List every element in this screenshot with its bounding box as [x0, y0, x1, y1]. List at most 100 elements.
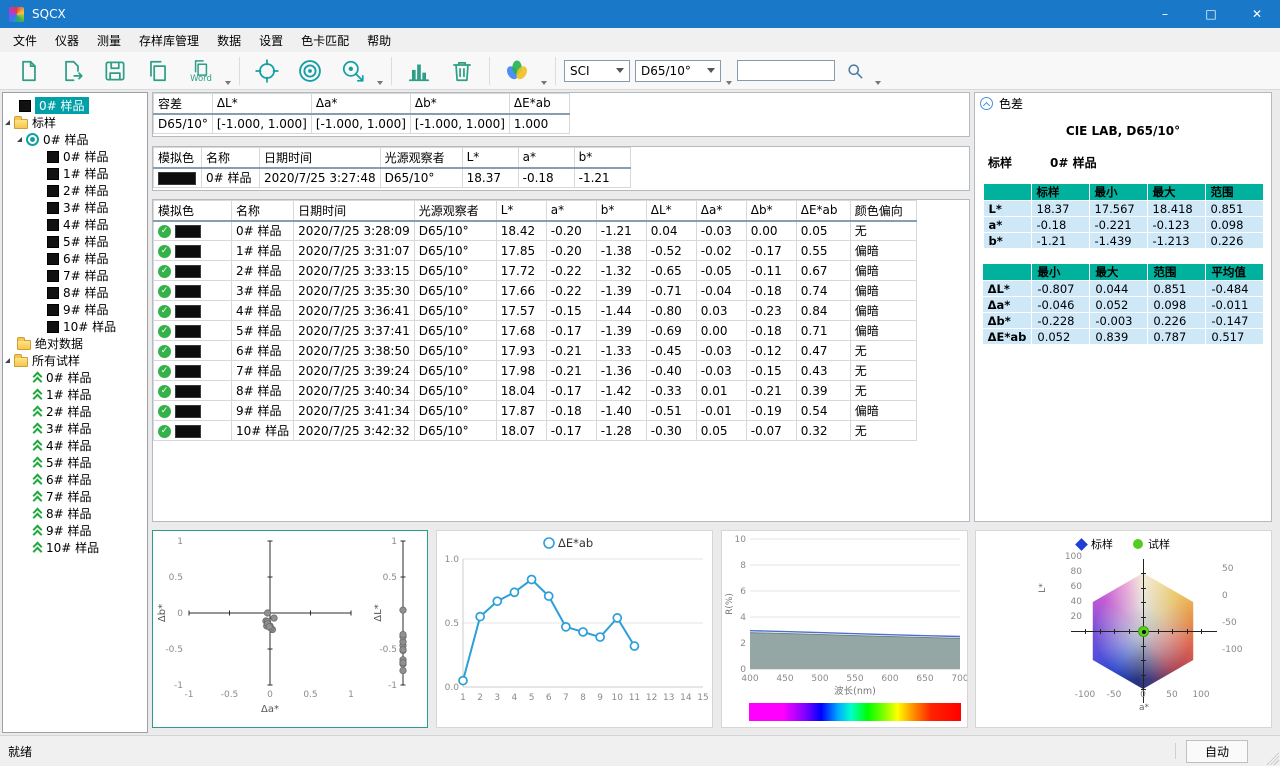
column-header[interactable]: 模拟色: [154, 148, 202, 168]
spectral-chart[interactable]: 0246810400450500550600650700波长(nm)R(%): [721, 530, 968, 728]
table-row[interactable]: Δb*-0.228-0.0030.226-0.147: [982, 313, 1264, 329]
column-header[interactable]: b*: [596, 201, 646, 221]
resize-grip-icon[interactable]: [1266, 752, 1279, 765]
tree-item[interactable]: 6# 样品: [3, 250, 147, 267]
tree-item[interactable]: 10# 样品: [3, 318, 147, 335]
new-document-button[interactable]: [10, 53, 48, 89]
column-header[interactable]: ΔL*: [646, 201, 696, 221]
sci-dropdown[interactable]: SCI: [564, 60, 630, 82]
table-row[interactable]: ✓8# 样品2020/7/25 3:40:34D65/10°18.04-0.17…: [154, 381, 917, 401]
measure-sample-button[interactable]: [334, 53, 372, 89]
save-button[interactable]: [96, 53, 134, 89]
table-row[interactable]: b*-1.21-1.439-1.2130.226: [983, 233, 1263, 249]
table-row[interactable]: ✓9# 样品2020/7/25 3:41:34D65/10°17.87-0.18…: [154, 401, 917, 421]
menu-item-6[interactable]: 色卡匹配: [292, 29, 358, 52]
menu-item-0[interactable]: 文件: [4, 29, 46, 52]
search-input[interactable]: [737, 60, 835, 81]
tree-item[interactable]: 3# 样品: [3, 199, 147, 216]
column-header[interactable]: 颜色偏向: [850, 201, 916, 221]
table-row[interactable]: ΔL*-0.8070.0440.851-0.484: [982, 281, 1264, 297]
export-word-button[interactable]: Word: [182, 53, 220, 89]
expander-icon[interactable]: [5, 358, 10, 363]
tree-item[interactable]: 0# 样品: [3, 148, 147, 165]
column-header[interactable]: 光源观察者: [414, 201, 496, 221]
tree-item[interactable]: 2# 样品: [3, 182, 147, 199]
tree-item[interactable]: 1# 样品: [3, 386, 147, 403]
table-row[interactable]: ✓5# 样品2020/7/25 3:37:41D65/10°17.68-0.17…: [154, 321, 917, 341]
delta-e-chart[interactable]: 0.00.51.0123456789101112131415ΔE*ab: [436, 530, 713, 728]
column-header[interactable]: L*: [496, 201, 546, 221]
gamut-chart[interactable]: 标样试样10080604020500-50-100-100-50050100a*…: [975, 530, 1272, 728]
tree-item[interactable]: 所有试样: [3, 352, 147, 369]
tree-item[interactable]: 1# 样品: [3, 165, 147, 182]
table-row[interactable]: ✓0# 样品2020/7/25 3:28:09D65/10°18.42-0.20…: [154, 221, 917, 241]
scatter-chart[interactable]: -1-1-0.5-0.5000.50.511Δa*Δb*10.5-0.5-1ΔL…: [152, 530, 428, 728]
tree-item[interactable]: 7# 样品: [3, 488, 147, 505]
column-header[interactable]: ΔE*ab: [509, 94, 569, 114]
tree-item[interactable]: 5# 样品: [3, 454, 147, 471]
tree-item[interactable]: 7# 样品: [3, 267, 147, 284]
tree-item[interactable]: 8# 样品: [3, 284, 147, 301]
table-row[interactable]: ΔE*ab0.0520.8390.7870.517: [982, 329, 1264, 345]
table-row[interactable]: L*18.3717.56718.4180.851: [983, 201, 1263, 217]
tree-item[interactable]: 5# 样品: [3, 233, 147, 250]
export-button[interactable]: [53, 53, 91, 89]
table-row[interactable]: ✓1# 样品2020/7/25 3:31:07D65/10°17.85-0.20…: [154, 241, 917, 261]
tree-item[interactable]: 0# 样品: [3, 369, 147, 386]
tree-item[interactable]: 10# 样品: [3, 539, 147, 556]
illuminant-dropdown[interactable]: D65/10°: [635, 60, 721, 82]
tree-item[interactable]: 2# 样品: [3, 403, 147, 420]
menu-item-3[interactable]: 存样库管理: [130, 29, 208, 52]
tree-item[interactable]: 0# 样品: [3, 131, 147, 148]
color-palette-button[interactable]: [498, 53, 536, 89]
tree-item[interactable]: 0# 样品: [3, 97, 147, 114]
column-header[interactable]: 日期时间: [294, 201, 415, 221]
tree-item[interactable]: 9# 样品: [3, 301, 147, 318]
column-header[interactable]: Δb*: [410, 94, 509, 114]
menu-item-5[interactable]: 设置: [250, 29, 292, 52]
table-row[interactable]: ✓3# 样品2020/7/25 3:35:30D65/10°17.66-0.22…: [154, 281, 917, 301]
measure-group-dropdown-icon[interactable]: [377, 81, 383, 85]
maximize-button[interactable]: □: [1188, 0, 1234, 28]
statistics-button[interactable]: [400, 53, 438, 89]
column-header[interactable]: 名称: [232, 201, 294, 221]
calibrate-button[interactable]: [248, 53, 286, 89]
menu-item-7[interactable]: 帮助: [358, 29, 400, 52]
tree-item[interactable]: 6# 样品: [3, 471, 147, 488]
delete-button[interactable]: [443, 53, 481, 89]
close-button[interactable]: ✕: [1234, 0, 1280, 28]
table-row[interactable]: Δa*-0.0460.0520.098-0.011: [982, 297, 1264, 313]
table-row[interactable]: a*-0.18-0.221-0.1230.098: [983, 217, 1263, 233]
search-button[interactable]: [840, 53, 870, 89]
column-header[interactable]: Δb*: [746, 201, 796, 221]
column-header[interactable]: 光源观察者: [380, 148, 462, 168]
table-row[interactable]: ✓2# 样品2020/7/25 3:33:15D65/10°17.72-0.22…: [154, 261, 917, 281]
column-header[interactable]: ΔL*: [212, 94, 311, 114]
menu-item-4[interactable]: 数据: [208, 29, 250, 52]
tree-item[interactable]: 8# 样品: [3, 505, 147, 522]
column-header[interactable]: b*: [574, 148, 630, 168]
table-row[interactable]: ✓7# 样品2020/7/25 3:39:24D65/10°17.98-0.21…: [154, 361, 917, 381]
column-header[interactable]: 容差: [154, 94, 213, 114]
column-header[interactable]: ΔE*ab: [796, 201, 850, 221]
column-header[interactable]: a*: [546, 201, 596, 221]
tree-item[interactable]: 3# 样品: [3, 420, 147, 437]
column-header[interactable]: 名称: [202, 148, 260, 168]
table-row[interactable]: ✓10# 样品2020/7/25 3:42:32D65/10°18.07-0.1…: [154, 421, 917, 441]
copy-button[interactable]: [139, 53, 177, 89]
tree-item[interactable]: 标样: [3, 114, 147, 131]
column-header[interactable]: Δa*: [696, 201, 746, 221]
minimize-button[interactable]: –: [1142, 0, 1188, 28]
tree-item[interactable]: 绝对数据: [3, 335, 147, 352]
expander-icon[interactable]: [17, 137, 22, 142]
menu-item-1[interactable]: 仪器: [46, 29, 88, 52]
tree-item[interactable]: 9# 样品: [3, 522, 147, 539]
measure-standard-button[interactable]: [291, 53, 329, 89]
table-row[interactable]: D65/10°[-1.000, 1.000][-1.000, 1.000][-1…: [154, 114, 570, 134]
illuminant-group-dropdown-icon[interactable]: [726, 81, 732, 85]
table-row[interactable]: ✓4# 样品2020/7/25 3:36:41D65/10°17.57-0.15…: [154, 301, 917, 321]
search-group-dropdown-icon[interactable]: [875, 81, 881, 85]
column-header[interactable]: L*: [462, 148, 518, 168]
palette-dropdown-icon[interactable]: [541, 81, 547, 85]
tree-item[interactable]: 4# 样品: [3, 216, 147, 233]
